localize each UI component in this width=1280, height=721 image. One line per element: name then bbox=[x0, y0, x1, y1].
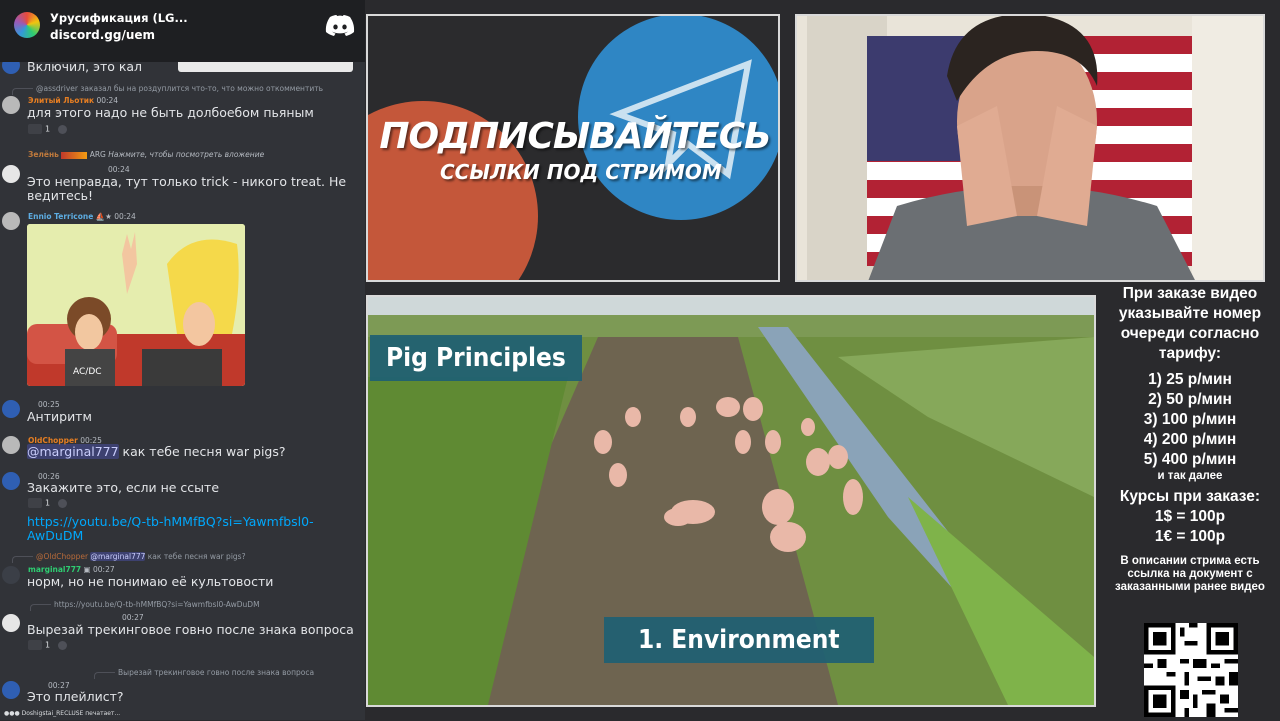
qr-code-icon[interactable] bbox=[1144, 623, 1238, 717]
message-text: Антиритм bbox=[27, 409, 92, 424]
message-text: @marginal777 как тебе песня war pigs? bbox=[27, 444, 286, 459]
reaction[interactable]: 1 bbox=[28, 124, 68, 136]
order-intro: При заказе видео указывайте номер очеред… bbox=[1118, 285, 1262, 362]
avatar[interactable] bbox=[2, 400, 20, 418]
message-time: 00:25 bbox=[38, 400, 60, 409]
message-text: Это плейлист? bbox=[27, 689, 124, 704]
message-text: для этого надо не быть долбоебом пьяным bbox=[27, 105, 314, 120]
order-info: При заказе видео указывайте номер очеред… bbox=[1100, 284, 1280, 594]
message-time: 00:27 bbox=[122, 613, 144, 622]
promo-title: ПОДПИСЫВАЙТЕСЬ bbox=[379, 116, 771, 157]
document-note: В описании стрима есть ссылка на докумен… bbox=[1115, 555, 1265, 593]
message-meta: marginal777 ▣ 00:27 bbox=[28, 565, 115, 574]
message-meta: Ennio Terricone ⛵★ 00:24 bbox=[28, 212, 136, 221]
reply-preview[interactable]: @OldChopper @marginal777 как тебе песня … bbox=[12, 552, 246, 563]
avatar[interactable] bbox=[2, 681, 20, 699]
image-attachment[interactable]: AC/DC bbox=[27, 224, 245, 386]
video-panel: Pig Principles 1. Environment bbox=[366, 295, 1096, 707]
avatar[interactable] bbox=[2, 165, 20, 183]
server-invite-banner[interactable]: Урусификация (LG... discord.gg/uem bbox=[0, 0, 365, 62]
reply-preview[interactable]: @assdriver заказал бы на роздуплится что… bbox=[12, 84, 323, 95]
message-text: Это неправда, тут только trick - никого … bbox=[27, 174, 347, 203]
reply-preview[interactable]: Вырезай трекинговое говно после знака во… bbox=[93, 668, 314, 679]
tariff-etc: и так далее bbox=[1157, 470, 1223, 482]
server-name: Урусификация (LG... bbox=[50, 11, 188, 25]
tariff-5: 5) 400 р/мин bbox=[1143, 451, 1237, 468]
typing-indicator: ●●● Doshigstai_RECLUSE печатает... bbox=[4, 710, 121, 717]
youtube-link[interactable]: https://youtu.be/Q-tb-hMMfBQ?si=Yawmfbsl… bbox=[27, 515, 327, 543]
message-time: 00:24 bbox=[108, 165, 130, 174]
avatar[interactable] bbox=[2, 614, 20, 632]
rate-usd: 1$ = 100р bbox=[1154, 508, 1226, 525]
message-meta: Зелёнь ARG Нажмите, чтобы посмотреть вло… bbox=[28, 150, 265, 159]
reply-preview[interactable]: https://youtu.be/Q-tb-hMMfBQ?si=Yawmfbsl… bbox=[30, 600, 260, 611]
reaction[interactable]: 1 bbox=[28, 640, 68, 652]
avatar[interactable] bbox=[2, 96, 20, 114]
tariff-2: 2) 50 р/мин bbox=[1148, 391, 1232, 408]
video-chapter-tag: 1. Environment bbox=[604, 617, 874, 663]
invite-url[interactable]: discord.gg/uem bbox=[50, 28, 155, 42]
reaction[interactable]: 1 bbox=[28, 498, 68, 510]
svg-text:AC/DC: AC/DC bbox=[73, 367, 102, 377]
tariff-1: 1) 25 р/мин bbox=[1148, 371, 1232, 388]
webcam-panel bbox=[795, 14, 1265, 282]
discord-icon bbox=[325, 15, 355, 36]
subscribe-promo-panel: ПОДПИСЫВАЙТЕСЬ ССЫЛКИ ПОД СТРИМОМ bbox=[366, 14, 780, 282]
message-meta: Элитый Льотик 00:24 bbox=[28, 96, 119, 105]
rate-eur: 1€ = 100р bbox=[1154, 528, 1226, 545]
server-logo-icon bbox=[14, 12, 40, 38]
avatar[interactable] bbox=[2, 212, 20, 230]
courses-title: Курсы при заказе: bbox=[1119, 488, 1261, 505]
tariff-4: 4) 200 р/мин bbox=[1143, 431, 1237, 448]
message-text: Включил, это кал bbox=[27, 59, 143, 74]
avatar[interactable] bbox=[2, 472, 20, 490]
message-text: норм, но не понимаю её культовости bbox=[27, 574, 274, 589]
avatar[interactable] bbox=[2, 436, 20, 454]
tariff-3: 3) 100 р/мин bbox=[1143, 411, 1237, 428]
video-title-tag: Pig Principles bbox=[370, 335, 582, 381]
promo-subtitle: ССЫЛКИ ПОД СТРИМОМ bbox=[440, 160, 722, 184]
message-text: Закажите это, если не ссыте bbox=[27, 480, 220, 495]
avatar[interactable] bbox=[2, 566, 20, 584]
message-text: Вырезай трекинговое говно после знака во… bbox=[27, 622, 354, 637]
chat-panel: Урусификация (LG... discord.gg/uem Включ… bbox=[0, 0, 365, 720]
